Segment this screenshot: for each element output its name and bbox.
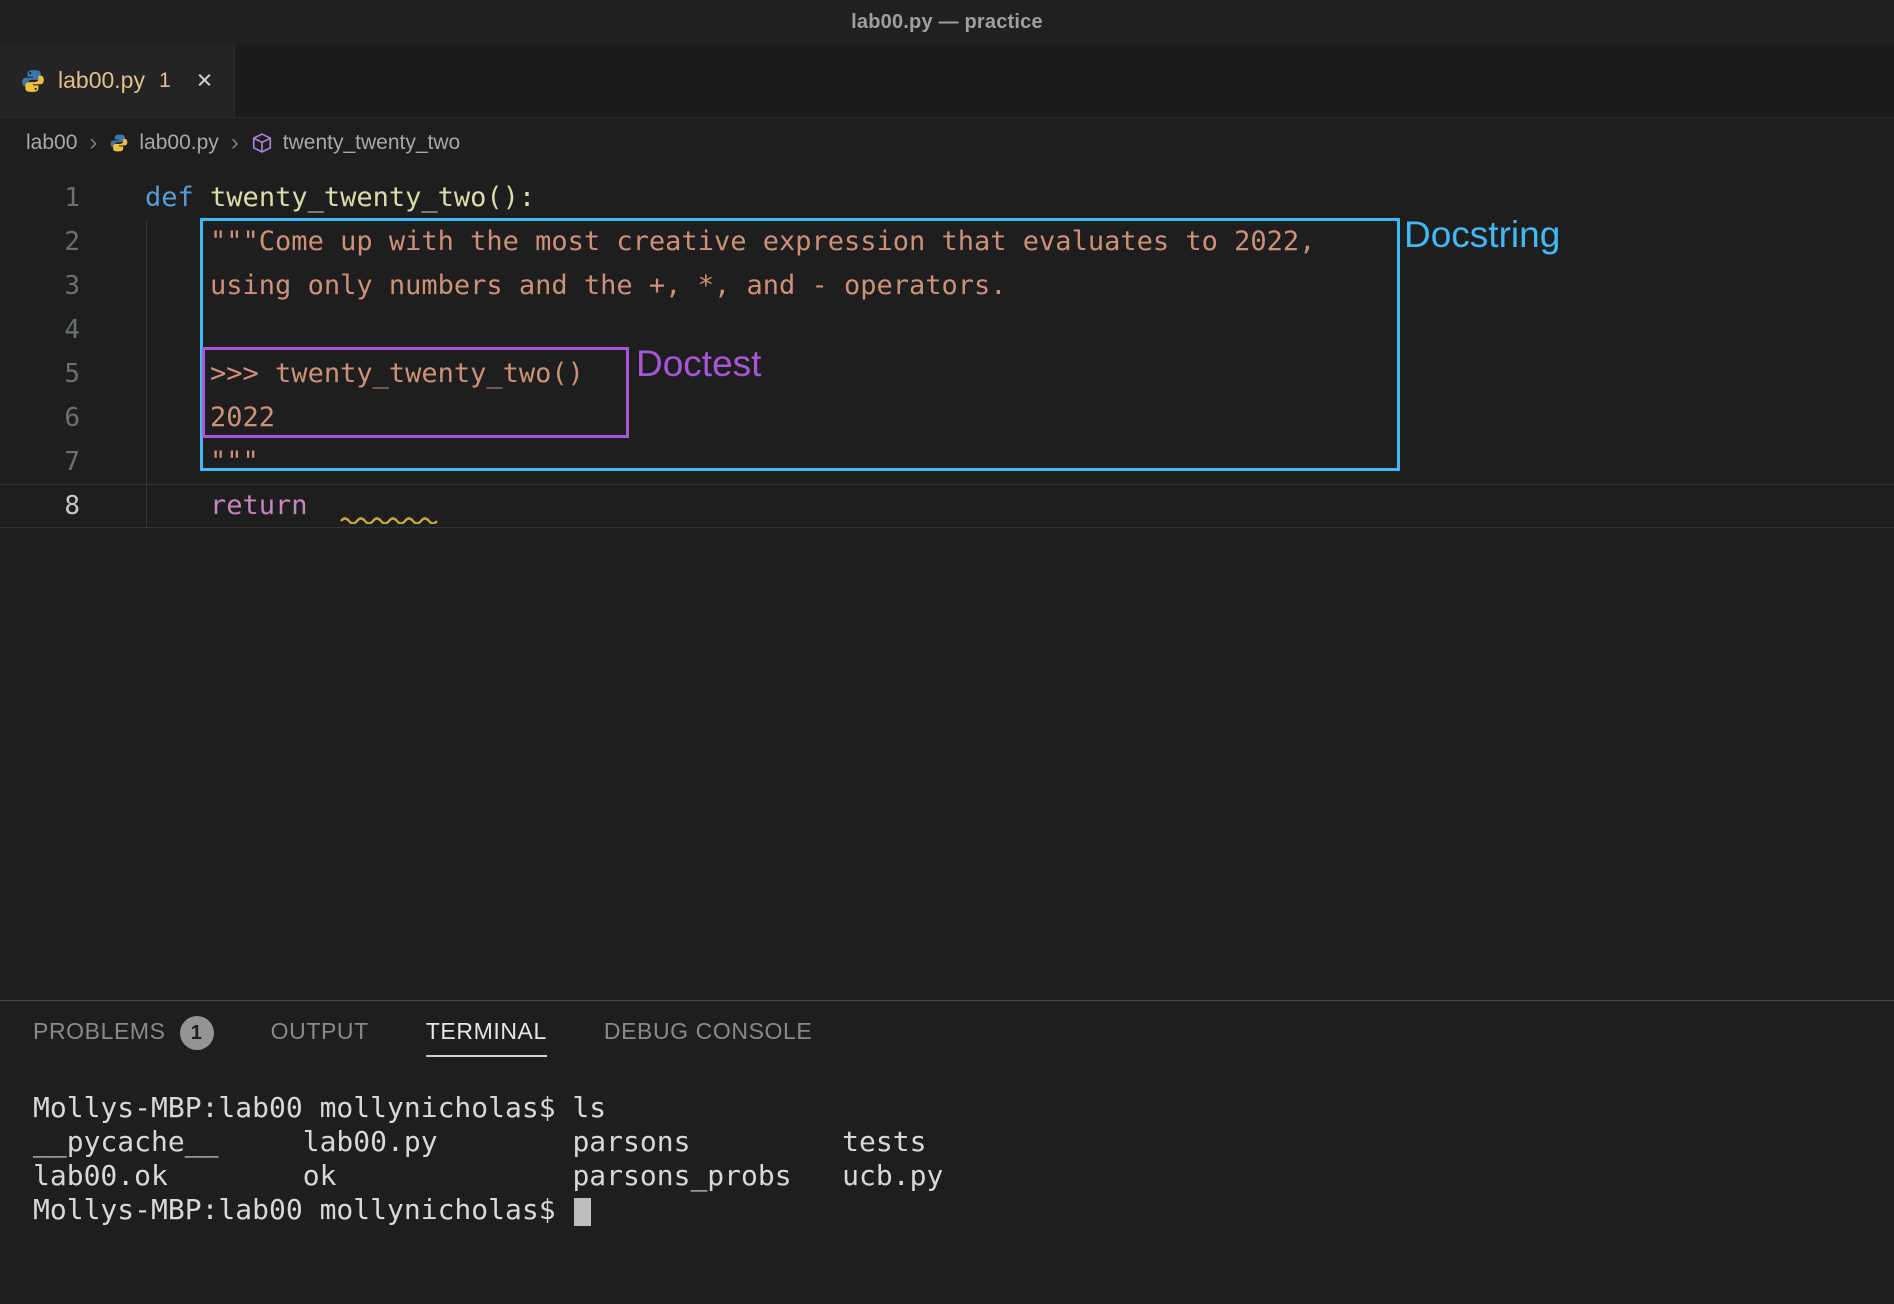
code-text: """Come up with the most creative expres… (104, 220, 1315, 264)
panel-tab-problems[interactable]: PROBLEMS 1 (33, 1016, 214, 1058)
terminal-line: lab00.ok ok parsons_probs ucb.py (33, 1159, 1894, 1193)
code-text (104, 308, 145, 352)
line-number[interactable]: 2 (0, 220, 104, 264)
line-number[interactable]: 1 (0, 176, 104, 220)
panel-tab-bar: PROBLEMS 1 OUTPUT TERMINAL DEBUG CONSOLE (0, 1001, 1894, 1073)
code-text: def twenty_twenty_two(): (104, 176, 535, 220)
code-line-3[interactable]: 3 using only numbers and the +, *, and -… (0, 264, 1894, 308)
line-number[interactable]: 6 (0, 396, 104, 440)
panel-tab-label: DEBUG CONSOLE (604, 1018, 812, 1057)
symbol-cube-icon (251, 132, 273, 154)
bottom-panel: PROBLEMS 1 OUTPUT TERMINAL DEBUG CONSOLE Mol… (0, 1000, 1894, 1304)
panel-tab-label: TERMINAL (426, 1018, 547, 1057)
breadcrumb-symbol[interactable]: twenty_twenty_two (283, 131, 460, 155)
terminal-line: Mollys-MBP:lab00 mollynicholas$ (33, 1193, 1894, 1227)
tab-label: lab00.py (58, 67, 145, 94)
tab-bar: lab00.py 1 × (0, 44, 1894, 118)
line-number[interactable]: 8 (0, 484, 104, 528)
warning-squiggle (340, 515, 438, 524)
code-lines: 1def twenty_twenty_two():2 """Come up wi… (0, 176, 1894, 528)
code-line-2[interactable]: 2 """Come up with the most creative expr… (0, 220, 1894, 264)
window-title: lab00.py — practice (851, 11, 1043, 34)
code-line-7[interactable]: 7 """ (0, 440, 1894, 484)
breadcrumb-folder[interactable]: lab00 (26, 131, 77, 155)
problems-count-badge: 1 (180, 1016, 214, 1050)
terminal-output[interactable]: Mollys-MBP:lab00 mollynicholas$ ls__pyca… (0, 1073, 1894, 1227)
panel-tab-label: OUTPUT (271, 1018, 369, 1057)
panel-tab-terminal[interactable]: TERMINAL (426, 1018, 547, 1057)
code-line-6[interactable]: 6 2022 (0, 396, 1894, 440)
code-text: """ (104, 440, 259, 484)
terminal-line: __pycache__ lab00.py parsons tests (33, 1125, 1894, 1159)
line-number[interactable]: 4 (0, 308, 104, 352)
code-line-8[interactable]: 8 return (0, 484, 1894, 528)
code-text: >>> twenty_twenty_two() (104, 352, 584, 396)
chevron-right-icon: › (89, 131, 97, 155)
code-text: using only numbers and the +, *, and - o… (104, 264, 1007, 308)
chevron-right-icon: › (231, 131, 239, 155)
python-file-icon (109, 133, 129, 153)
code-line-5[interactable]: 5 >>> twenty_twenty_two() (0, 352, 1894, 396)
tab-lab00py[interactable]: lab00.py 1 × (0, 44, 235, 117)
breadcrumb-file[interactable]: lab00.py (139, 131, 218, 155)
panel-tab-debug-console[interactable]: DEBUG CONSOLE (604, 1018, 812, 1057)
code-line-4[interactable]: 4 (0, 308, 1894, 352)
code-line-1[interactable]: 1def twenty_twenty_two(): (0, 176, 1894, 220)
tab-problem-count: 1 (159, 69, 171, 93)
panel-tab-label: PROBLEMS (33, 1018, 166, 1057)
code-editor[interactable]: 1def twenty_twenty_two():2 """Come up wi… (0, 168, 1894, 1000)
breadcrumb: lab00 › lab00.py › twenty_twenty_two (0, 118, 1894, 168)
titlebar: lab00.py — practice (0, 0, 1894, 44)
python-icon (20, 68, 46, 94)
line-number[interactable]: 5 (0, 352, 104, 396)
code-text: 2022 (104, 396, 275, 440)
code-text: return (104, 484, 324, 528)
terminal-line: Mollys-MBP:lab00 mollynicholas$ ls (33, 1091, 1894, 1125)
close-icon[interactable]: × (197, 67, 213, 94)
line-number[interactable]: 3 (0, 264, 104, 308)
line-number[interactable]: 7 (0, 440, 104, 484)
terminal-cursor (574, 1198, 591, 1226)
panel-tab-output[interactable]: OUTPUT (271, 1018, 369, 1057)
